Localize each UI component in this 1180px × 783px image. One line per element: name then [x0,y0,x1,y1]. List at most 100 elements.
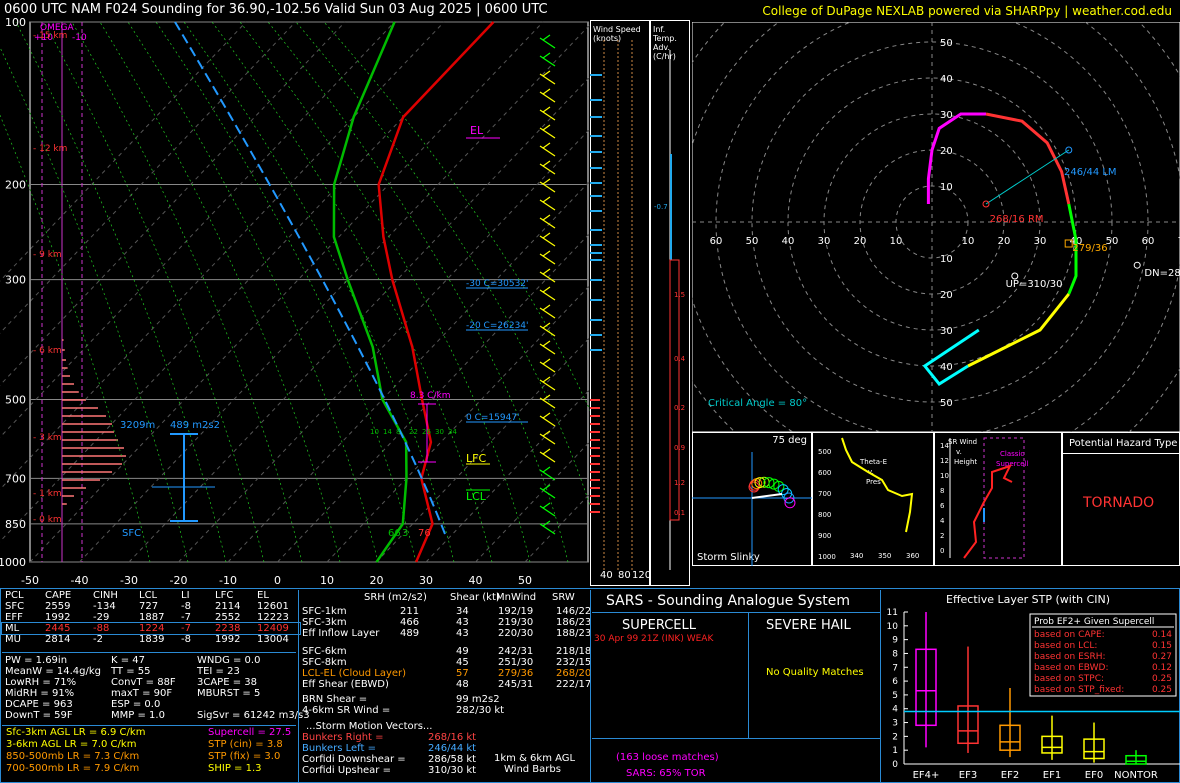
header-title: 0600 UTC NAM F024 Sounding for 36.90,-10… [4,2,548,17]
parcel-cell: 1992 [215,634,241,645]
hodo-ring [715,22,1149,432]
parcel-cell: 1839 [139,634,165,645]
stp-y-tick: 7 [892,663,898,673]
theta-y-tick: 1000 [818,553,836,561]
parcel-cell: 2114 [215,601,241,612]
adiabat [155,21,417,563]
kin-header: SRW [552,592,575,603]
kin-mnwind: 219/30 [498,617,534,628]
theta-y-tick: 800 [818,511,831,519]
wind-barb [539,343,556,355]
kin-header: SRH (m2/s2) [364,592,427,603]
hazard-panel: Potential Hazard Type TORNADO [1062,432,1180,566]
wind-barb [542,196,551,203]
stp-category: NONTOR [1114,770,1158,781]
hodo-trace [967,293,1070,368]
adiabat [43,21,265,563]
isotherm [227,180,590,563]
left-mover-marker [1065,146,1073,154]
parcel-cell: 12223 [257,612,289,623]
lapse-rate: 3-6km AGL LR = 7.0 C/km [6,739,137,750]
sfc-temp: 3 [402,528,408,539]
wind-barb [539,217,556,229]
wind-barb [539,415,556,427]
stp-y-tick: 9 [892,636,898,646]
downshear-marker [1133,261,1141,269]
wetbulb-tick: 10 [370,428,379,436]
stp-y-tick: 0 [892,760,898,770]
kinematic-panel: SRH (m2/s2) Shear (kt) MnWind SRW SFC-1km 211… [300,590,592,783]
lfc-label: LFC [466,452,486,465]
parcel-cell: 12601 [257,601,289,612]
sfc-label: SFC [122,528,141,539]
kin-srw: 186/23 [556,617,592,628]
wind-barb [539,73,556,85]
adiabat [239,21,531,563]
temp-label: 30 [419,574,433,586]
srw-y-tick: 2 [940,532,944,540]
theta-y-tick: 500 [818,448,831,456]
kin-header: MnWind [496,592,537,603]
slinky-vector [751,493,783,499]
parcel-cell: 1887 [139,612,165,623]
wind-barb [539,199,556,211]
lapse-rate: Sfc-3km AGL LR = 6.9 C/km [6,727,146,738]
storm-motion-label: Bunkers Right = [302,732,384,743]
thermo-cell: MidRH = 91% [5,688,75,699]
parcel-row: SFC 2559 -134 727 -8 2114 12601 [2,601,300,612]
sars-loose: (163 loose matches) [616,752,719,763]
wind-tick-40: 40 [600,570,613,581]
temp-adv-bars: -0.7 1.5 0.4 0.2 0.9 1.2 0.1 [654,50,686,570]
isotherm [0,21,494,543]
stp-y-tick: 8 [892,649,898,659]
temp-label: 0 [274,574,281,586]
temperature-trace [377,21,495,563]
height-label: - 1 km [33,489,62,499]
wind-barb [539,55,556,67]
lm-label: 246/44 LM [1064,167,1117,178]
srw-y-tick: 0 [940,547,944,555]
hodo-x-label: 10 [890,236,903,247]
stp-prob-label: based on STPC: [1034,674,1104,684]
hodo-ring-label: 20 [940,290,953,301]
sars-no-match: No Quality Matches [766,667,864,678]
parcel-cell: 2559 [45,601,71,612]
stp-prob-label: based on ESRH: [1034,652,1106,662]
hodo-ring-label: 10 [940,182,953,193]
stp-category: EF4+ [913,770,940,781]
parcel-cell: 2552 [215,612,241,623]
adiabat [15,21,227,563]
kin-srh: 211 [400,606,420,617]
srw-y-tick: 4 [940,517,945,525]
sars-tor: SARS: 65% TOR [626,768,706,779]
kin-shear: 57 [456,668,469,679]
parcel-cell: -7 [181,612,191,623]
kin-label: SFC-1km [302,606,347,617]
parcel-trace [174,21,446,535]
barb-caption: Wind Barbs [504,764,561,775]
sfc-temp: 76 [418,528,431,539]
parcel-row: MU 2814 -2 1839 -8 1992 13004 [2,634,300,645]
height-label: - 12 km [33,144,67,154]
parcel-header: LFC [215,590,234,601]
wetbulb-tick: 30 [435,428,444,436]
stp-y-tick: 11 [887,608,898,618]
kin-srw: 218/18 [556,646,592,657]
temp-label: -30 [120,574,138,586]
kin-srw: 268/20 [556,668,592,679]
adiabat [183,21,455,563]
hodo-frame [692,22,1180,432]
wind-barb [539,235,556,247]
hazard-value: TORNADO [1083,495,1155,511]
theta-x-tick: 340 [850,552,863,560]
wind-barb [542,88,551,95]
kin-header: Shear (kt) [450,592,500,603]
hodo-ring-label: 50 [940,38,953,49]
thermo-cell: TT = 55 [111,666,151,677]
hodo-ring [692,22,1180,432]
adiabat [99,21,341,563]
thermo-cell: MMP = 1.0 [111,710,165,721]
thermo-row: DCAPE = 963 ESP = 0.0 [2,699,313,710]
sars-match: 30 Apr 99 21Z (INK) WEAK [594,634,714,644]
parcel-cell: ML [5,623,20,634]
